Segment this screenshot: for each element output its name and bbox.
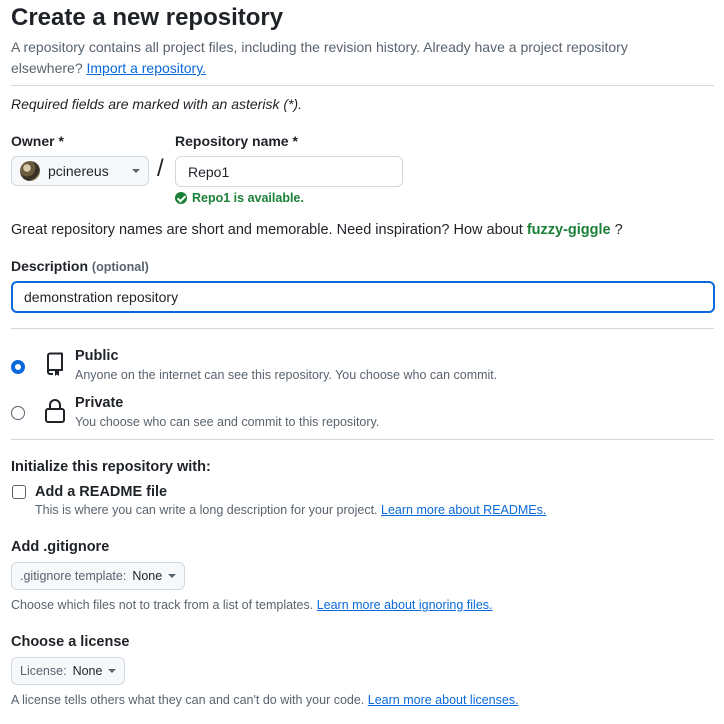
divider — [11, 328, 714, 329]
license-hint-text: A license tells others what they can and… — [11, 693, 365, 707]
availability-text: Repo1 is available. — [192, 191, 304, 205]
gitignore-learn-more-link[interactable]: Learn more about ignoring files. — [317, 598, 493, 612]
suggested-name-button[interactable]: fuzzy-giggle — [527, 222, 611, 238]
lock-icon — [45, 399, 65, 423]
check-circle-icon — [175, 192, 187, 204]
repo-name-label: Repository name * — [175, 133, 298, 149]
required-note: Required fields are marked with an aster… — [11, 96, 303, 112]
repo-icon — [47, 352, 63, 376]
gitignore-title: Add .gitignore — [11, 539, 110, 555]
gitignore-button-value: None — [132, 569, 163, 583]
public-radio[interactable] — [11, 360, 25, 374]
suggestion-end: ? — [614, 222, 623, 238]
license-title: Choose a license — [11, 634, 130, 650]
chevron-down-icon — [108, 669, 117, 673]
gitignore-hint-text: Choose which files not to track from a l… — [11, 598, 314, 612]
readme-description: This is where you can write a long descr… — [35, 503, 546, 517]
owner-select[interactable]: pcinereus — [11, 156, 149, 186]
readme-checkbox[interactable] — [12, 485, 26, 499]
description-optional: (optional) — [91, 260, 149, 274]
private-radio[interactable] — [11, 406, 25, 420]
chevron-down-icon — [168, 574, 177, 578]
private-title: Private — [75, 395, 124, 411]
gitignore-hint: Choose which files not to track from a l… — [11, 598, 493, 612]
divider — [11, 439, 714, 440]
repo-name-input[interactable] — [175, 156, 403, 187]
description-input[interactable] — [11, 281, 715, 313]
description-label-text: Description — [11, 258, 89, 274]
avatar — [20, 161, 40, 181]
license-hint: A license tells others what they can and… — [11, 693, 519, 707]
name-suggestion: Great repository names are short and mem… — [11, 222, 623, 238]
divider — [11, 85, 714, 86]
chevron-down-icon — [132, 169, 140, 173]
page-title: Create a new repository — [11, 4, 284, 31]
owner-label: Owner * — [11, 133, 64, 149]
import-repository-link[interactable]: Import a repository. — [87, 60, 207, 76]
license-button-value: None — [72, 664, 103, 678]
owner-repo-separator: / — [157, 155, 164, 182]
public-subtitle: Anyone on the internet can see this repo… — [75, 368, 498, 382]
license-select[interactable]: License: None — [11, 657, 126, 685]
page-intro: A repository contains all project files,… — [11, 37, 701, 79]
license-learn-more-link[interactable]: Learn more about licenses. — [368, 693, 519, 707]
private-subtitle: You choose who can see and commit to thi… — [75, 415, 380, 429]
owner-name: pcinereus — [48, 163, 109, 179]
readme-learn-more-link[interactable]: Learn more about READMEs. — [381, 503, 546, 517]
public-title: Public — [75, 348, 119, 364]
license-button-label: License: — [20, 664, 67, 678]
gitignore-template-select[interactable]: .gitignore template: None — [11, 562, 186, 590]
availability-status: Repo1 is available. — [175, 191, 304, 205]
initialize-title: Initialize this repository with: — [11, 459, 211, 475]
gitignore-button-label: .gitignore template: — [20, 569, 127, 583]
readme-label: Add a README file — [35, 484, 168, 500]
suggestion-text: Great repository names are short and mem… — [11, 222, 523, 238]
description-label: Description (optional) — [11, 258, 149, 274]
readme-description-text: This is where you can write a long descr… — [35, 503, 378, 517]
